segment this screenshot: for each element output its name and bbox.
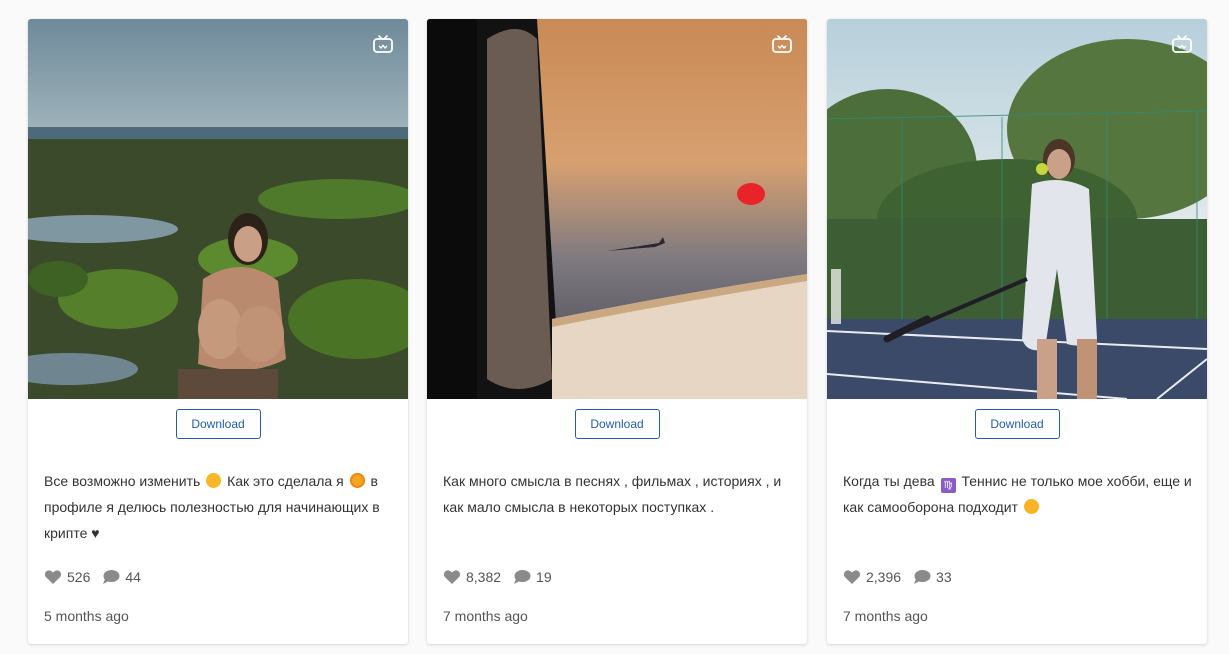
heart-icon <box>44 570 62 584</box>
tv-icon <box>1172 35 1192 53</box>
comment-icon <box>514 570 531 584</box>
caption-text: Все возможно изменить <box>44 473 201 489</box>
comment-icon <box>103 570 120 584</box>
download-button[interactable]: Download <box>574 409 660 439</box>
caption-text: Как это сделала я <box>227 473 344 489</box>
photo-woman-playing-tennis <box>827 19 1207 399</box>
monocle-face-emoji <box>349 473 365 488</box>
post-caption: Когда ты дева ♍ Теннис не только мое хоб… <box>843 468 1193 520</box>
like-count: 8,382 <box>466 569 502 585</box>
post-image[interactable] <box>28 19 408 399</box>
caption-text: Как много смысла в песнях , фильмах , ис… <box>443 473 782 515</box>
post-image[interactable] <box>427 19 807 399</box>
photo-woman-on-rocky-shore <box>28 19 408 399</box>
comment-count: 33 <box>936 569 952 585</box>
post-stats: 526 44 <box>44 568 153 586</box>
like-count: 526 <box>67 569 91 585</box>
comment-count: 19 <box>536 569 552 585</box>
download-button[interactable]: Download <box>175 409 261 439</box>
like-count: 2,396 <box>866 569 902 585</box>
post-timestamp: 5 months ago <box>44 608 129 624</box>
tv-icon <box>373 35 393 53</box>
comment-count: 44 <box>125 569 141 585</box>
post-stats: 8,382 19 <box>443 568 564 586</box>
caption-text: Когда ты дева <box>843 473 935 489</box>
post-timestamp: 7 months ago <box>843 608 928 624</box>
download-button[interactable]: Download <box>974 409 1060 439</box>
post-caption: Как много смысла в песнях , фильмах , ис… <box>443 468 793 520</box>
laughing-face-emoji <box>1023 499 1039 514</box>
post-grid: Download Все возможно изменить Как это с… <box>0 0 1229 654</box>
virgo-sign-emoji: ♍ <box>940 478 956 493</box>
post-stats: 2,396 33 <box>843 568 964 586</box>
heart-icon <box>843 570 861 584</box>
post-card: Download Как много смысла в песнях , фил… <box>427 19 807 644</box>
tv-icon <box>772 35 792 53</box>
post-timestamp: 7 months ago <box>443 608 528 624</box>
comment-icon <box>914 570 931 584</box>
heart-icon <box>443 570 461 584</box>
post-card: Download Все возможно изменить Как это с… <box>28 19 408 644</box>
relieved-face-emoji <box>206 473 222 488</box>
post-image[interactable] <box>827 19 1207 399</box>
photo-airplane-window-sunset <box>427 19 807 399</box>
post-card: Download Когда ты дева ♍ Теннис не тольк… <box>827 19 1207 644</box>
post-caption: Все возможно изменить Как это сделала я … <box>44 468 394 546</box>
